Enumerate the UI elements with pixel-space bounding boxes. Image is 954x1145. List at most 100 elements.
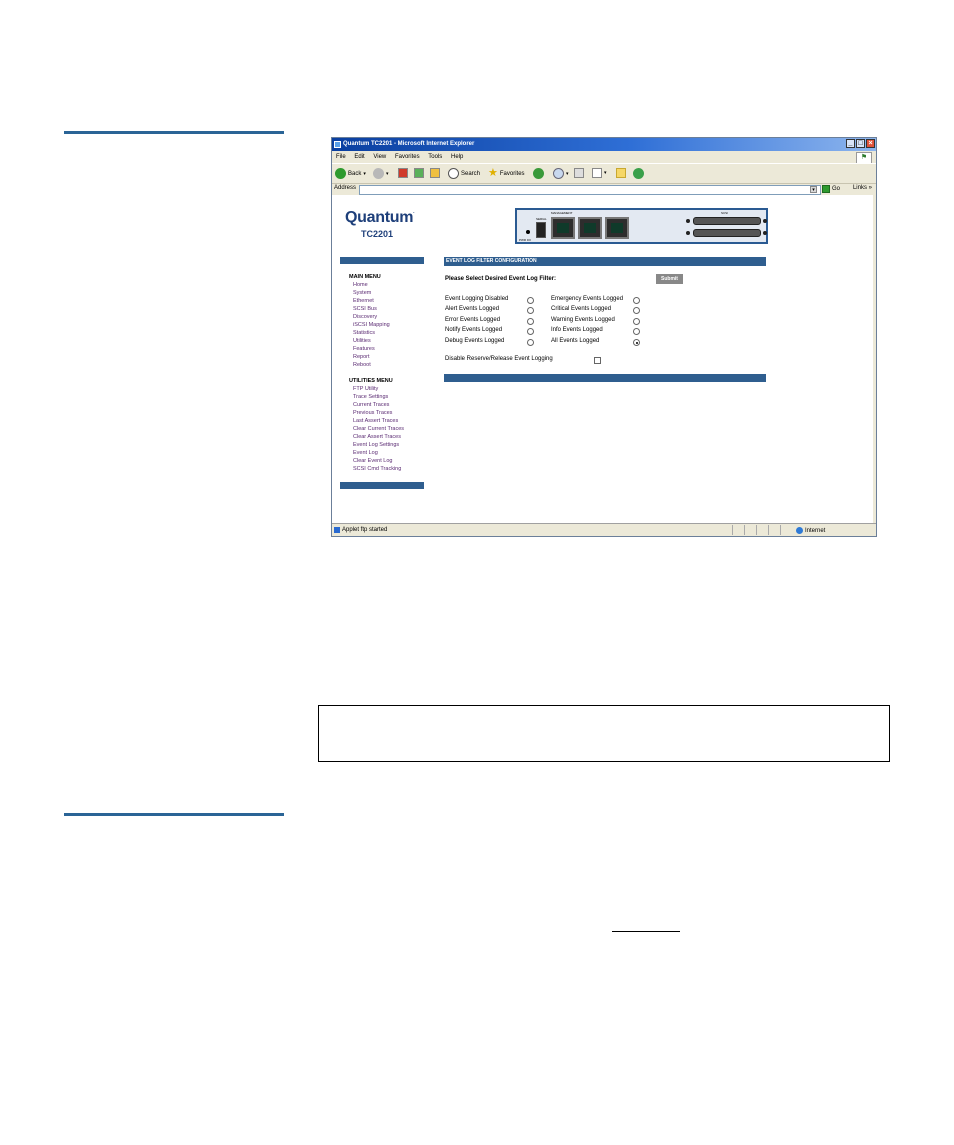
ethernet-port-icon [551, 217, 575, 239]
radio-critical-events[interactable] [633, 307, 640, 314]
status-cell [768, 525, 780, 535]
search-icon [448, 168, 459, 179]
radio-error-events[interactable] [527, 318, 534, 325]
maximize-button[interactable]: □ [856, 139, 865, 148]
address-dropdown-button[interactable]: ▾ [810, 186, 817, 193]
search-button[interactable]: Search [448, 168, 480, 179]
utilities-last-assert-traces[interactable]: Last Assert Traces [353, 418, 398, 424]
option-label: Info Events Logged [551, 327, 603, 333]
links-button[interactable]: Links » [853, 185, 872, 191]
forward-button[interactable]: ▾ [373, 168, 389, 179]
mgmt-port-label: MANAGEMENT [551, 211, 573, 215]
utilities-scsi-cmd-tracking[interactable]: SCSI Cmd Tracking [353, 466, 401, 472]
radio-notify-events[interactable] [527, 328, 534, 335]
device-front-panel: MANAGEMENT SERIAL SCSI PWR IOI [515, 208, 768, 244]
address-bar: Address ▾ Go Links » [332, 183, 876, 195]
media-button[interactable] [533, 168, 544, 179]
menu-edit[interactable]: Edit [354, 154, 364, 160]
messenger-icon [633, 168, 644, 179]
main-menu-reboot[interactable]: Reboot [353, 362, 371, 368]
messenger-button[interactable] [633, 168, 644, 179]
main-menu-discovery[interactable]: Discovery [353, 314, 377, 320]
radio-emergency-events[interactable] [633, 297, 640, 304]
page-content: Quantum. TC2201 MANAGEMENT SERIAL SCSI P… [332, 195, 873, 523]
stop-icon [398, 168, 408, 178]
utilities-current-traces[interactable]: Current Traces [353, 402, 389, 408]
zone-text: Internet [805, 527, 826, 534]
address-label: Address [334, 185, 357, 191]
radio-event-logging-disabled[interactable] [527, 297, 534, 304]
ie-icon [334, 141, 341, 148]
main-menu-statistics[interactable]: Statistics [353, 330, 375, 336]
home-icon [430, 168, 440, 178]
radio-all-events[interactable] [633, 339, 640, 346]
edit-button[interactable]: ▾ [592, 168, 607, 178]
menu-help[interactable]: Help [451, 154, 463, 160]
vertical-scrollbar[interactable] [873, 195, 876, 523]
go-button[interactable]: Go [822, 185, 840, 193]
reserve-release-label: Disable Reserve/Release Event Logging [445, 356, 553, 362]
links-label: Links [852, 185, 867, 191]
submit-button[interactable]: Submit [656, 274, 683, 284]
option-label: All Events Logged [551, 338, 600, 344]
main-menu-ethernet[interactable]: Ethernet [353, 298, 374, 304]
status-cell [744, 525, 756, 535]
main-menu-home[interactable]: Home [353, 282, 368, 288]
star-icon: ★ [488, 167, 498, 179]
main-menu-scsi-bus[interactable]: SCSI Bus [353, 306, 377, 312]
chevron-down-icon: ▾ [566, 170, 569, 177]
back-button[interactable]: Back ▾ [335, 168, 366, 179]
discuss-button[interactable] [616, 168, 626, 178]
section-rule-bottom [64, 813, 284, 816]
edit-icon [592, 168, 602, 178]
chevron-down-icon: ▾ [386, 170, 389, 177]
menu-favorites[interactable]: Favorites [395, 154, 420, 160]
favorites-button[interactable]: ★ Favorites [488, 168, 525, 179]
menu-view[interactable]: View [373, 154, 386, 160]
minimize-button[interactable]: _ [846, 139, 855, 148]
folder-icon [616, 168, 626, 178]
main-menu-report[interactable]: Report [353, 354, 370, 360]
utilities-clear-current-traces[interactable]: Clear Current Traces [353, 426, 404, 432]
utilities-clear-event-log[interactable]: Clear Event Log [353, 458, 392, 464]
address-input[interactable] [359, 185, 821, 195]
search-label: Search [461, 170, 481, 177]
title-bar: Quantum TC2201 - Microsoft Internet Expl… [332, 138, 876, 151]
figure-link-underline [612, 931, 680, 932]
option-label: Emergency Events Logged [551, 296, 624, 302]
mail-button[interactable]: ▾ [553, 168, 569, 179]
option-label: Error Events Logged [445, 317, 501, 323]
utilities-event-log-settings[interactable]: Event Log Settings [353, 442, 399, 448]
refresh-button[interactable] [414, 168, 424, 178]
main-menu-features[interactable]: Features [353, 346, 375, 352]
option-label: Event Logging Disabled [445, 296, 509, 302]
home-button[interactable] [430, 168, 440, 178]
menu-file[interactable]: File [336, 154, 346, 160]
go-label: Go [832, 186, 841, 192]
utilities-event-log[interactable]: Event Log [353, 450, 378, 456]
main-menu-iscsi-mapping[interactable]: iSCSI Mapping [353, 322, 390, 328]
utilities-clear-assert-traces[interactable]: Clear Assert Traces [353, 434, 401, 440]
toolbar: Back ▾ ▾ Search ★ Favorites ▾ ▾ [332, 163, 876, 184]
radio-info-events[interactable] [633, 328, 640, 335]
status-cell [780, 525, 792, 535]
utilities-previous-traces[interactable]: Previous Traces [353, 410, 392, 416]
close-button[interactable]: × [866, 139, 875, 148]
main-menu-utilities[interactable]: Utilities [353, 338, 371, 344]
radio-debug-events[interactable] [527, 339, 534, 346]
utilities-trace-settings[interactable]: Trace Settings [353, 394, 388, 400]
filter-prompt: Please Select Desired Event Log Filter: [445, 276, 557, 282]
reserve-release-checkbox[interactable] [594, 357, 601, 364]
main-menu-system[interactable]: System [353, 290, 371, 296]
stop-button[interactable] [398, 168, 408, 178]
window-title: Quantum TC2201 - Microsoft Internet Expl… [343, 141, 475, 147]
print-button[interactable] [574, 168, 584, 178]
radio-alert-events[interactable] [527, 307, 534, 314]
option-label: Alert Events Logged [445, 306, 500, 312]
utilities-ftp-utility[interactable]: FTP Utility [353, 386, 378, 392]
radio-warning-events[interactable] [633, 318, 640, 325]
menu-tools[interactable]: Tools [428, 154, 442, 160]
status-cell [756, 525, 768, 535]
favorites-label: Favorites [499, 170, 525, 177]
status-cell [732, 525, 744, 535]
